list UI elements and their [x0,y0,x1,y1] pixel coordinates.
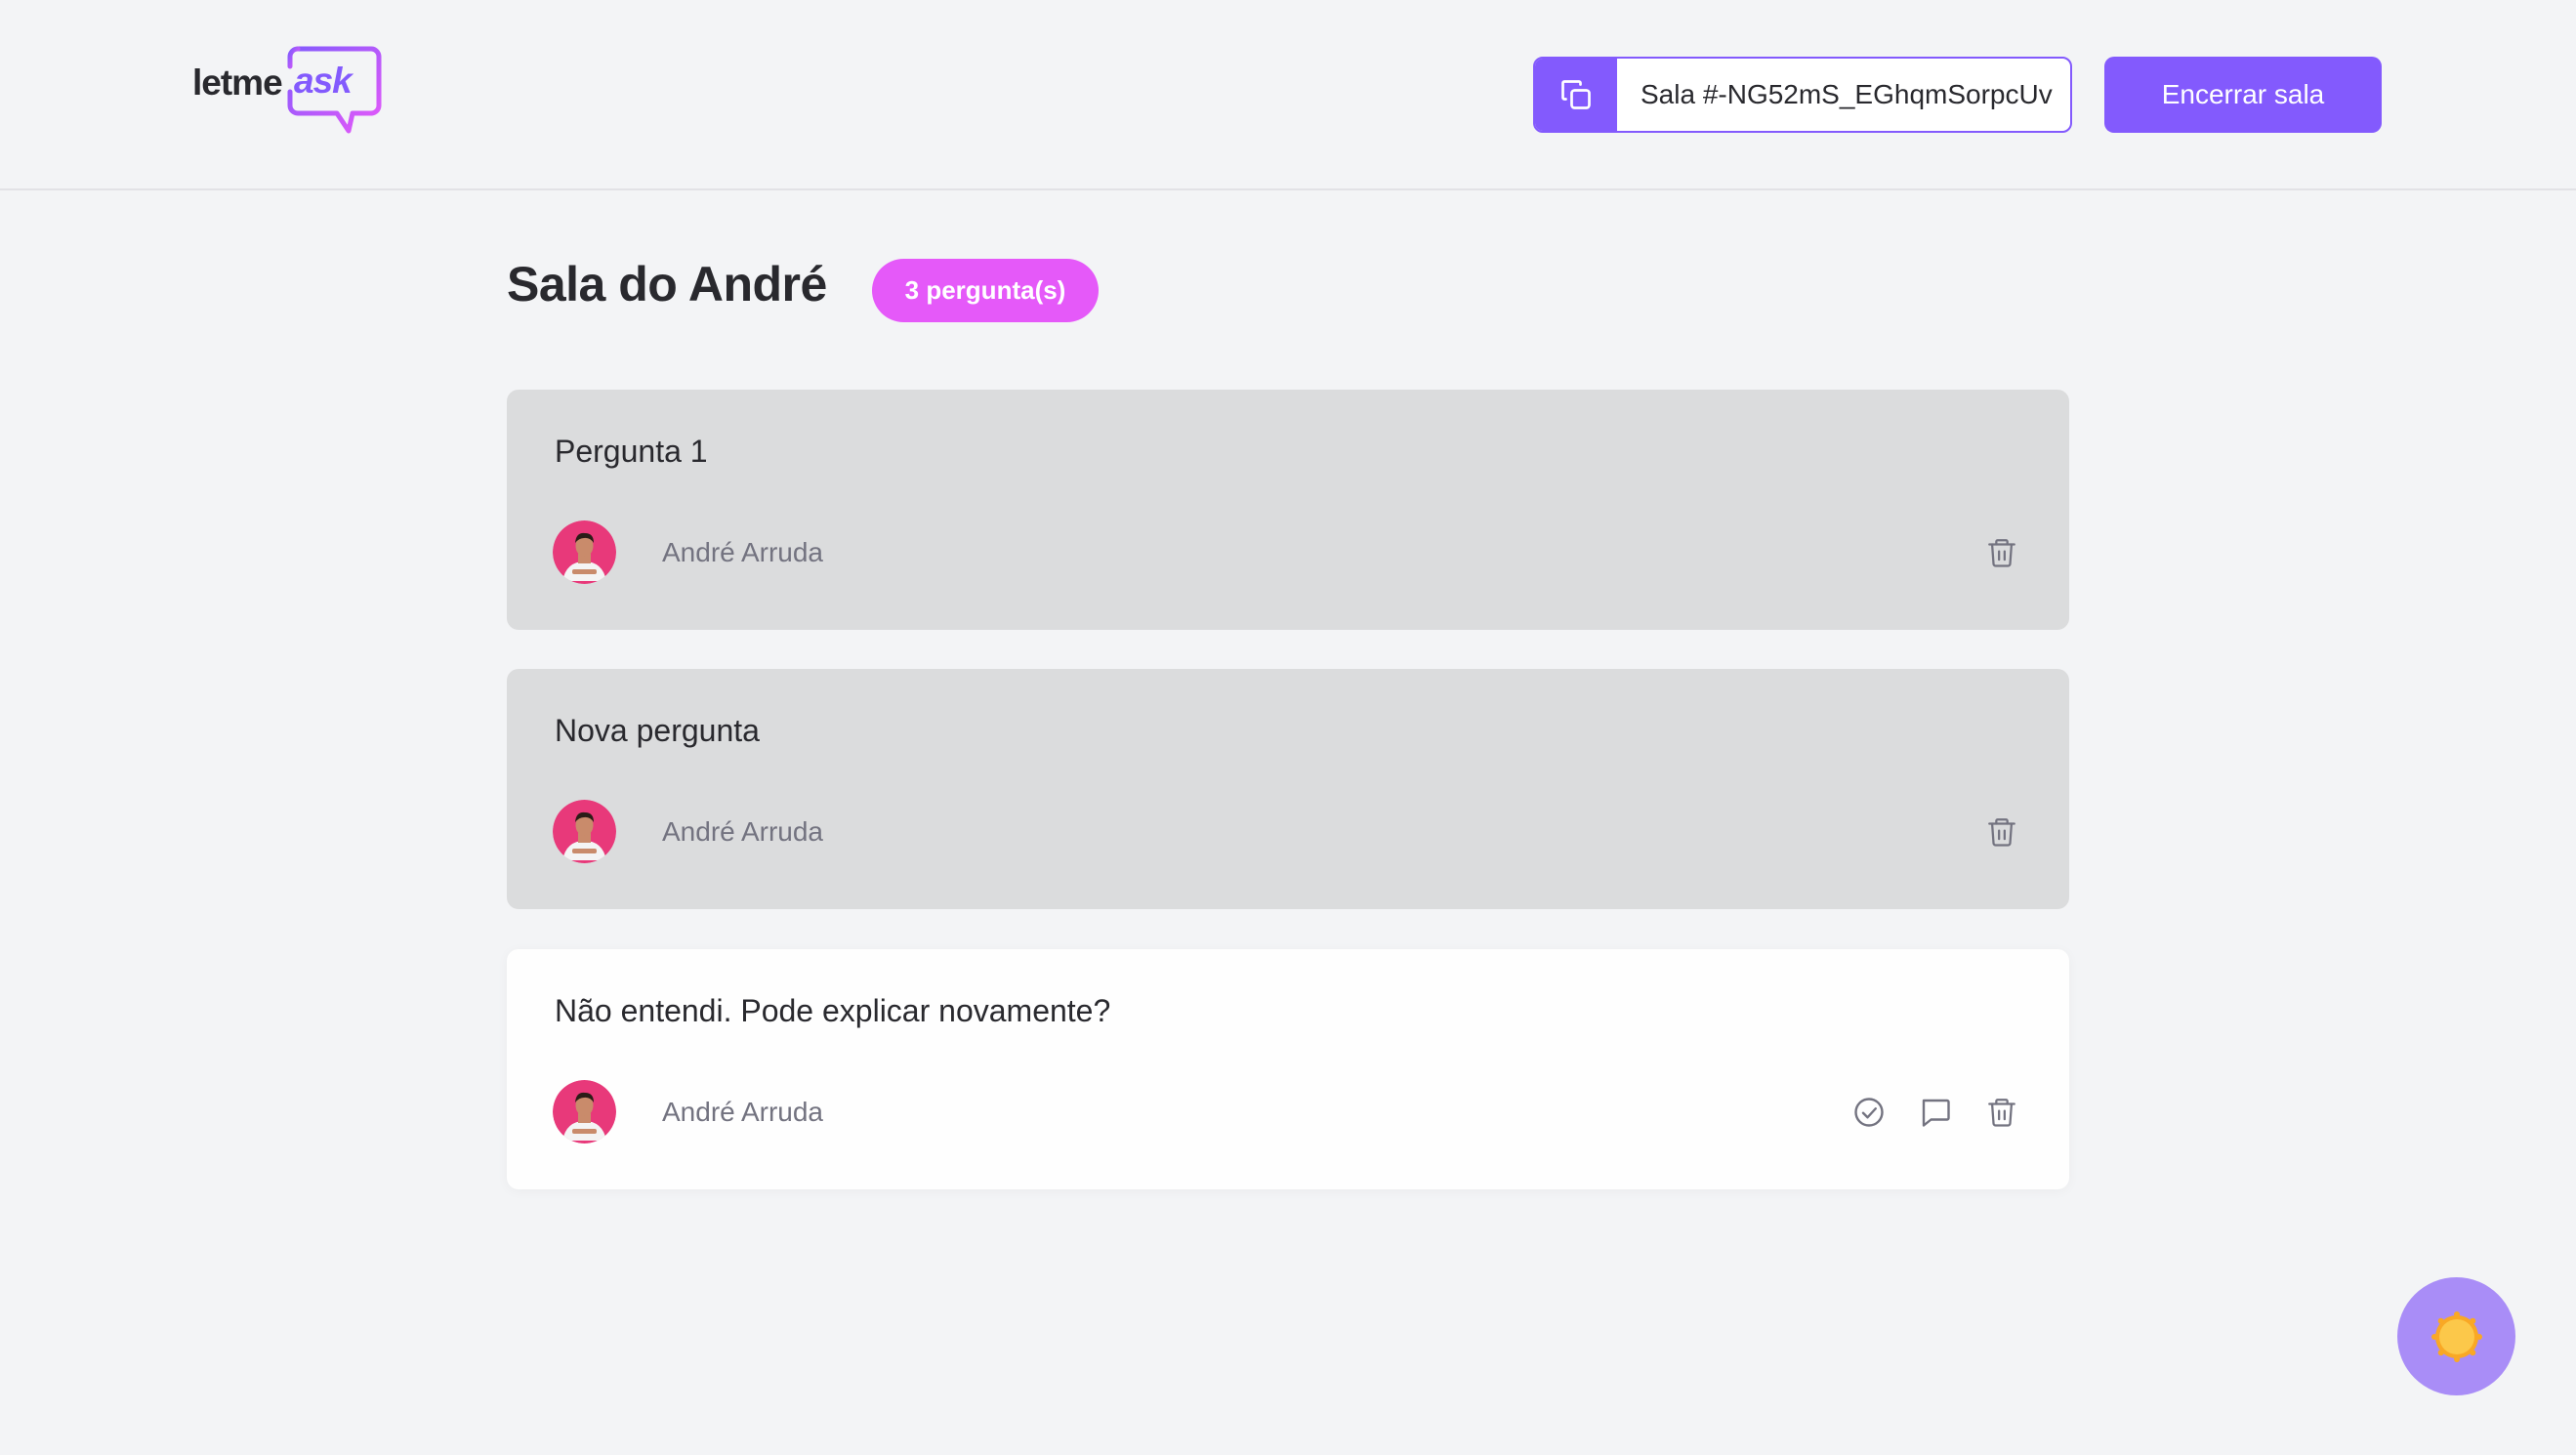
author-name: André Arruda [662,815,823,847]
sun-icon [2431,1310,2482,1362]
check-circle-icon [1854,1098,1884,1127]
logo-text-accent: ask [294,61,353,101]
theme-toggle-button[interactable] [2397,1277,2515,1395]
logo-text-primary: letme [192,62,283,103]
question-author: André Arruda [553,520,823,584]
question-actions [1848,1091,2023,1134]
room-code-text: Sala #-NG52mS_EGhqmSorpcUv [1641,79,2053,109]
page-title: Sala do André [507,257,827,312]
close-room-button[interactable]: Encerrar sala [2104,57,2382,133]
question-card: Não entendi. Pode explicar novamente? An… [507,949,2069,1189]
question-author: André Arruda [553,800,823,863]
copy-icon-box [1535,59,1617,131]
highlight-question-button[interactable] [1914,1091,1957,1134]
question-card: Nova pergunta André Arruda [507,669,2069,909]
trash-icon [1988,818,2015,847]
author-name: André Arruda [662,1096,823,1127]
avatar [553,800,616,863]
question-actions [1980,811,2023,853]
avatar [553,1080,616,1143]
author-name: André Arruda [662,536,823,567]
question-content: Nova pergunta [555,713,760,748]
room-code-copy-button[interactable]: Sala #-NG52mS_EGhqmSorpcUv [1533,57,2072,133]
question-card: Pergunta 1 André Arruda [507,390,2069,630]
delete-question-button[interactable] [1980,811,2023,853]
trash-icon [1988,539,2015,567]
trash-icon [1988,1099,2015,1127]
avatar [553,520,616,584]
letmeask-logo[interactable]: letme ask [192,45,383,137]
delete-question-button[interactable] [1980,1091,2023,1134]
mark-answered-button[interactable] [1848,1091,1890,1134]
question-actions [1980,531,2023,574]
copy-icon [1561,80,1591,109]
delete-question-button[interactable] [1980,531,2023,574]
question-author: André Arruda [553,1080,823,1143]
question-content: Não entendi. Pode explicar novamente? [555,993,1111,1028]
chat-bubble-icon [1922,1099,1950,1127]
question-count-badge: 3 pergunta(s) [872,259,1099,322]
question-content: Pergunta 1 [555,434,708,469]
header: letme ask Sala #-NG52mS_EGhqmSorpcUv Enc… [0,0,2576,190]
